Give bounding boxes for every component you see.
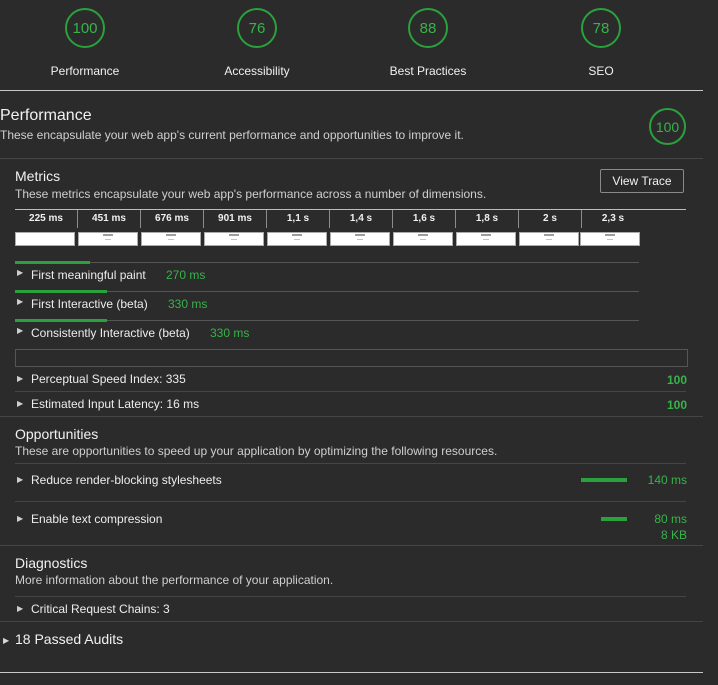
metric-label[interactable]: Consistently Interactive (beta) — [31, 326, 190, 340]
filmstrip-frame — [78, 232, 138, 246]
divider — [15, 501, 686, 502]
metric-label[interactable]: First meaningful paint — [31, 268, 146, 282]
filmstrip-time: 1,4 s — [330, 210, 393, 228]
triangle-right-icon[interactable]: ▶ — [3, 636, 9, 645]
view-trace-button[interactable]: View Trace — [600, 169, 684, 193]
metric-bar — [15, 290, 107, 293]
triangle-right-icon[interactable]: ▶ — [17, 297, 23, 306]
metric-track — [15, 291, 639, 292]
divider — [0, 90, 703, 91]
passed-audits-toggle[interactable]: 18 Passed Audits — [15, 631, 123, 647]
divider — [0, 621, 703, 622]
gauge-label: SEO — [588, 64, 614, 78]
diagnostic-label[interactable]: Critical Request Chains: 3 — [31, 602, 170, 616]
filmstrip-frame — [330, 232, 390, 246]
filmstrip-frame — [393, 232, 453, 246]
score-ring: 76 — [237, 8, 277, 48]
divider — [0, 158, 703, 159]
gauge-label: Best Practices — [389, 64, 467, 78]
metric-track — [15, 320, 639, 321]
filmstrip-frame — [519, 232, 579, 246]
section-title-performance: Performance — [0, 107, 92, 124]
filmstrip-time: 1,6 s — [393, 210, 456, 228]
metric-value: 330 ms — [210, 326, 250, 340]
triangle-right-icon[interactable]: ▶ — [17, 514, 23, 523]
filmstrip-frame — [141, 232, 201, 246]
gauge-label: Performance — [50, 64, 120, 78]
filmstrip-time: 2,3 s — [601, 213, 625, 224]
metric-value: 330 ms — [168, 297, 208, 311]
category-scores: 100 Performance 76 Accessibility 88 Best… — [0, 0, 718, 90]
performance-score-ring: 100 — [649, 108, 686, 145]
divider — [0, 672, 703, 673]
metric-label[interactable]: First Interactive (beta) — [31, 297, 148, 311]
metric-bar — [15, 261, 90, 264]
score-ring: 78 — [581, 8, 621, 48]
divider — [15, 596, 686, 597]
filmstrip-time: 1,8 s — [456, 210, 519, 228]
divider — [15, 391, 686, 392]
diagnostics-description: More information about the performance o… — [15, 573, 334, 587]
triangle-right-icon[interactable]: ▶ — [17, 604, 23, 613]
triangle-right-icon[interactable]: ▶ — [17, 374, 23, 383]
gauge-accessibility[interactable]: 76 Accessibility — [187, 8, 327, 78]
opportunities-description: These are opportunities to speed up your… — [15, 444, 498, 458]
filmstrip-time: 1,1 s — [267, 210, 330, 228]
score-ring: 100 — [65, 8, 105, 48]
lighthouse-report: 100 Performance 76 Accessibility 88 Best… — [0, 0, 718, 685]
audit-score: 100 — [666, 398, 687, 412]
gauge-label: Accessibility — [224, 64, 290, 78]
filmstrip-frame — [267, 232, 327, 246]
filmstrip-time: 225 ms — [15, 210, 78, 228]
filmstrip-time: 676 ms — [141, 210, 204, 228]
metric-track — [15, 262, 639, 263]
triangle-right-icon[interactable]: ▶ — [17, 268, 23, 277]
opportunity-savings: 140 ms — [647, 473, 687, 487]
filmstrip-time: 451 ms — [78, 210, 141, 228]
metrics-description: These metrics encapsulate your web app's… — [15, 187, 487, 201]
opportunity-bytes: 8 KB — [660, 528, 687, 542]
gauge-seo[interactable]: 78 SEO — [531, 8, 671, 78]
divider — [15, 463, 686, 464]
gauge-performance[interactable]: 100 Performance — [15, 8, 155, 78]
opportunities-title: Opportunities — [15, 426, 99, 442]
opportunity-savings: 80 ms — [654, 512, 687, 526]
audit-score: 100 — [666, 373, 687, 387]
metric-placeholder-box — [15, 349, 688, 367]
filmstrip-frame — [580, 232, 640, 246]
opportunity-label[interactable]: Reduce render-blocking stylesheets — [31, 473, 222, 487]
audit-label[interactable]: Perceptual Speed Index: 335 — [31, 372, 186, 386]
opportunity-bar — [601, 517, 627, 521]
section-description: These encapsulate your web app's current… — [0, 128, 464, 142]
gauge-best-practices[interactable]: 88 Best Practices — [358, 8, 498, 78]
filmstrip-frame — [15, 232, 75, 246]
filmstrip-frame — [204, 232, 264, 246]
filmstrip-time: 2 s — [519, 210, 582, 228]
audit-label[interactable]: Estimated Input Latency: 16 ms — [31, 397, 199, 411]
triangle-right-icon[interactable]: ▶ — [17, 326, 23, 335]
filmstrip-frame — [456, 232, 516, 246]
diagnostics-title: Diagnostics — [15, 555, 88, 571]
opportunity-bar — [581, 478, 627, 482]
divider — [0, 545, 703, 546]
filmstrip-time: 901 ms — [204, 210, 267, 228]
divider — [0, 416, 703, 417]
opportunity-label[interactable]: Enable text compression — [31, 512, 162, 526]
metric-bar — [15, 319, 107, 322]
metrics-title: Metrics — [15, 168, 61, 184]
triangle-right-icon[interactable]: ▶ — [17, 475, 23, 484]
triangle-right-icon[interactable]: ▶ — [17, 399, 23, 408]
metric-value: 270 ms — [166, 268, 206, 282]
score-ring: 88 — [408, 8, 448, 48]
